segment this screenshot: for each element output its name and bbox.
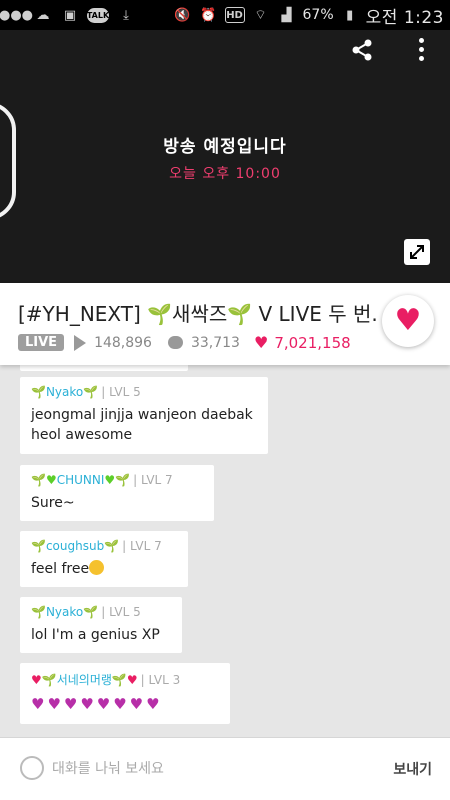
chat-meta: 🌱coughsub🌱 | LVL 7 bbox=[31, 539, 177, 553]
pink-heart-icon: ♥ bbox=[31, 673, 42, 687]
play-count: 148,896 bbox=[94, 334, 152, 351]
sprout-icon: 🌱 bbox=[31, 605, 46, 619]
cloud-icon: ☁ bbox=[36, 7, 50, 23]
like-count: 7,021,158 bbox=[274, 333, 351, 352]
chat-username[interactable]: CHUNNI bbox=[57, 473, 105, 487]
chat-bubble-partial bbox=[20, 365, 188, 371]
green-heart-icon: ♥ bbox=[45, 473, 57, 487]
green-heart-icon: ♥ bbox=[104, 473, 116, 487]
sprout-icon: 🌱 bbox=[41, 673, 57, 687]
hd-icon: HD bbox=[224, 7, 245, 23]
chat-message: lol I'm a genius XP bbox=[31, 627, 160, 643]
sprout-icon: 🌱 bbox=[31, 539, 46, 553]
chat-input[interactable] bbox=[52, 757, 332, 781]
chat-meta: 🌱♥CHUNNI♥🌱 | LVL 7 bbox=[31, 473, 203, 487]
chat-level: | LVL 7 bbox=[122, 539, 162, 553]
chat-meta: 🌱Nyako🌱 | LVL 5 bbox=[31, 385, 257, 399]
play-count-icon bbox=[74, 334, 87, 351]
chat-username[interactable]: 서네의머랭 bbox=[57, 673, 112, 687]
sprout-icon: 🌱 bbox=[31, 473, 46, 487]
status-bar: ●●● ☁ ▣ TALK ⤓ 🔇 ⏰ HD ⌔ ▟ 67% ▮ 오전 1:23 bbox=[0, 0, 450, 30]
chat-username[interactable]: coughsub bbox=[46, 539, 104, 553]
chat-level: | LVL 5 bbox=[101, 605, 141, 619]
sprout-icon: 🌱 bbox=[115, 473, 131, 487]
heart-emoji-row: ♥♥♥♥♥♥♥♥ bbox=[31, 695, 163, 713]
heart-count-icon: ♥ bbox=[253, 333, 269, 352]
alarm-icon: ⏰ bbox=[200, 7, 217, 23]
download-icon: ⤓ bbox=[123, 7, 129, 23]
comment-count-icon bbox=[167, 336, 183, 349]
sprout-icon: 🌱 bbox=[83, 605, 99, 619]
comment-count: 33,713 bbox=[190, 334, 240, 351]
battery-icon: ▮ bbox=[346, 7, 354, 23]
chat-meta: ♥🌱서네의머랭🌱♥ | LVL 3 bbox=[31, 671, 219, 688]
live-badge: LIVE bbox=[18, 334, 65, 351]
video-info-bar: [#YH_NEXT] 🌱새싹즈🌱 V LIVE 두 번... LIVE 148,… bbox=[0, 283, 450, 365]
chat-username[interactable]: Nyako bbox=[46, 385, 83, 399]
fullscreen-icon[interactable] bbox=[404, 239, 430, 265]
like-button[interactable]: ♥ bbox=[382, 295, 434, 347]
sprout-icon: 🌱 bbox=[31, 385, 46, 399]
battery-percent: 67% bbox=[302, 7, 334, 23]
video-title[interactable]: [#YH_NEXT] 🌱새싹즈🌱 V LIVE 두 번... bbox=[18, 298, 378, 327]
heart-icon: ♥ bbox=[394, 303, 422, 338]
mute-icon: 🔇 bbox=[174, 7, 191, 23]
send-button[interactable]: 보내기 bbox=[393, 759, 432, 779]
smile-emoji-icon bbox=[89, 560, 105, 575]
chat-bubble: 🌱Nyako🌱 | LVL 5 lol I'm a genius XP bbox=[20, 597, 182, 654]
chat-meta: 🌱Nyako🌱 | LVL 5 bbox=[31, 605, 171, 619]
chat-username[interactable]: Nyako bbox=[46, 605, 83, 619]
chat-message: jeongmal jinjja wanjeon daebak heol awes… bbox=[31, 407, 253, 444]
pink-heart-icon: ♥ bbox=[126, 673, 138, 687]
chat-bubble: 🌱♥CHUNNI♥🌱 | LVL 7 Sure~ bbox=[20, 465, 214, 522]
chat-bubble: 🌱coughsub🌱 | LVL 7 feel free bbox=[20, 531, 188, 588]
more-icon: ●●● bbox=[0, 7, 34, 23]
talk-icon: TALK bbox=[87, 7, 109, 23]
video-stats: LIVE 148,896 33,713 ♥ 7,021,158 bbox=[18, 333, 351, 352]
sprout-icon: 🌱 bbox=[104, 539, 120, 553]
chat-message: feel free bbox=[31, 559, 177, 579]
chat-bubble: ♥🌱서네의머랭🌱♥ | LVL 3 ♥♥♥♥♥♥♥♥ bbox=[20, 663, 230, 724]
character-graphic bbox=[0, 102, 16, 220]
chat-input-bar: 보내기 bbox=[0, 737, 450, 800]
emoticon-icon[interactable] bbox=[20, 756, 44, 780]
sprout-icon: 🌱 bbox=[111, 673, 127, 687]
chat-level: | LVL 7 bbox=[133, 473, 173, 487]
share-icon[interactable] bbox=[350, 38, 374, 62]
chat-bubble: 🌱Nyako🌱 | LVL 5 jeongmal jinjja wanjeon d… bbox=[20, 377, 268, 454]
clock: 오전 1:23 bbox=[365, 7, 444, 28]
broadcast-schedule: 오늘 오후 10:00 bbox=[169, 166, 281, 182]
broadcast-status-title: 방송 예정입니다 bbox=[163, 137, 287, 157]
chat-level: | LVL 5 bbox=[101, 385, 141, 399]
chat-message: Sure~ bbox=[31, 495, 75, 511]
video-player[interactable]: 방송 예정입니다 오늘 오후 10:00 bbox=[0, 30, 450, 283]
more-menu-icon[interactable] bbox=[416, 38, 426, 64]
chat-list[interactable]: 🌱Nyako🌱 | LVL 5 jeongmal jinjja wanjeon d… bbox=[0, 365, 450, 737]
signal-icon: ▟ bbox=[281, 7, 292, 23]
chat-level: | LVL 3 bbox=[140, 673, 181, 687]
sprout-icon: 🌱 bbox=[83, 385, 99, 399]
wifi-icon: ⌔ bbox=[254, 8, 267, 23]
gallery-icon: ▣ bbox=[63, 7, 77, 23]
